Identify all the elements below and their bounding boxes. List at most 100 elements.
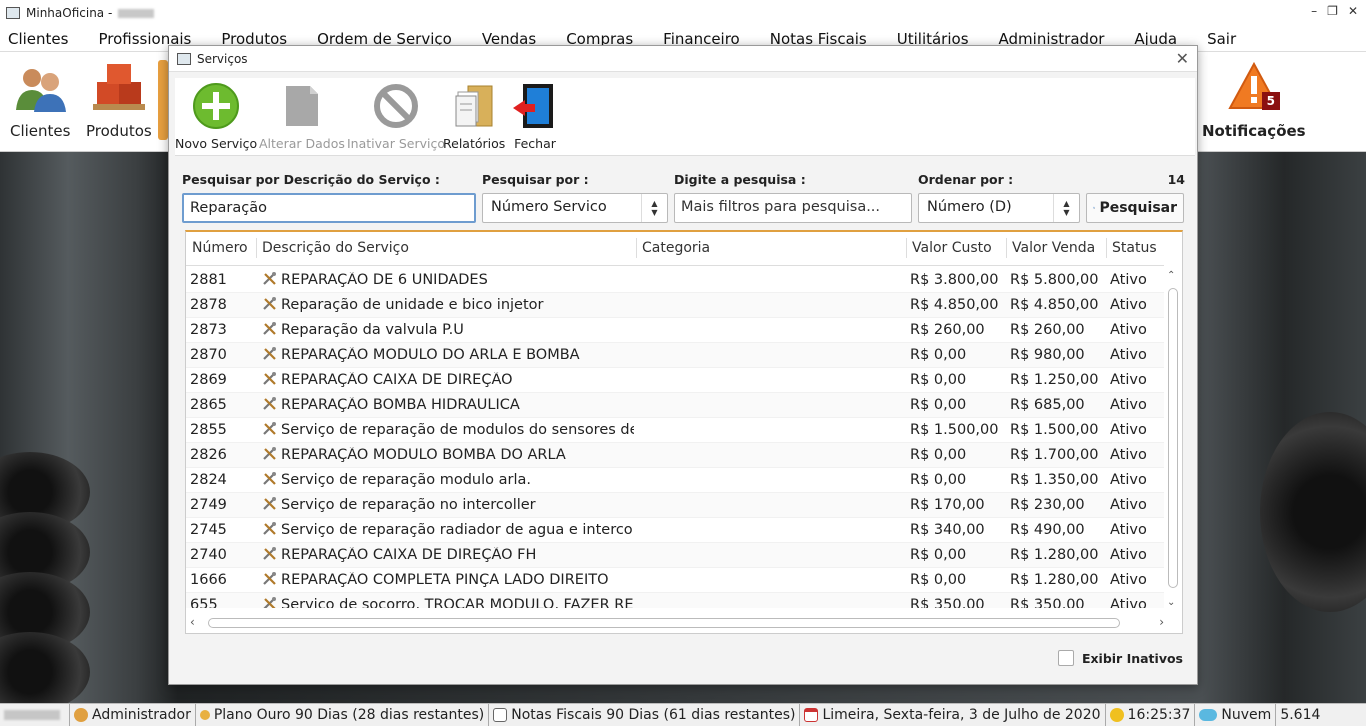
cell-valor-custo: R$ 0,00 (910, 447, 967, 463)
produtos-label: Produtos (86, 122, 152, 140)
type-search-input[interactable]: Mais filtros para pesquisa... (674, 193, 912, 223)
cell-valor-venda: R$ 1.500,00 (1010, 422, 1099, 438)
cell-numero: 2824 (190, 472, 227, 488)
produtos-button[interactable]: Produtos (86, 60, 152, 140)
col-valor-venda[interactable]: Valor Venda (1012, 240, 1095, 256)
cell-valor-custo: R$ 340,00 (910, 522, 985, 538)
col-valor-custo[interactable]: Valor Custo (912, 240, 992, 256)
scroll-up-icon[interactable]: ⌃ (1167, 270, 1175, 281)
cell-numero: 2749 (190, 497, 227, 513)
table-row[interactable]: 1666 REPARAÇÃO COMPLETA PINÇA LADO DIREIT… (186, 568, 1164, 593)
cell-valor-custo: R$ 0,00 (910, 547, 967, 563)
col-numero[interactable]: Número (192, 240, 248, 256)
minimize-icon[interactable]: – (1311, 4, 1317, 18)
cell-descricao: REPARAÇÃO DE 6 UNIDADES (262, 272, 634, 288)
tools-icon (262, 497, 278, 511)
cell-descricao: REPARAÇÃO CAIXA DE DIREÇÃO FH (262, 547, 634, 563)
cell-numero: 2873 (190, 322, 227, 338)
relatorios-button[interactable]: Relatórios (443, 82, 505, 151)
invoice-icon (493, 708, 508, 722)
cell-descricao: Serviço de reparação de modulos do senso… (262, 422, 634, 438)
close-icon[interactable]: ✕ (1348, 4, 1358, 18)
order-by-select[interactable]: Número (D) ▲ ▼ (918, 193, 1080, 223)
clientes-button[interactable]: Clientes (10, 60, 70, 140)
cell-status: Ativo (1110, 347, 1147, 363)
cell-numero: 2869 (190, 372, 227, 388)
notificacoes-button[interactable]: 5 Notificações (1202, 60, 1306, 140)
horizontal-scrollbar[interactable]: ‹ › (188, 615, 1164, 631)
table-row[interactable]: 2749 Serviço de reparação no intercoller R… (186, 493, 1164, 518)
cell-text: Serviço de socorro, TROCAR MODULO, FAZER… (281, 597, 634, 608)
menu-sair[interactable]: Sair (1199, 30, 1244, 48)
cell-valor-custo: R$ 1.500,00 (910, 422, 999, 438)
cell-text: REPARAÇÃO DE 6 UNIDADES (281, 272, 488, 288)
cell-text: REPARAÇÃO BOMBA HIDRAULICA (281, 397, 520, 413)
table-row[interactable]: 2870 REPARAÇÃO MODULO DO ARLA E BOMBA R$ 0… (186, 343, 1164, 368)
boxes-icon (91, 60, 147, 116)
scroll-down-icon[interactable]: ⌄ (1167, 597, 1175, 608)
app-icon (6, 7, 20, 19)
inativar-servico-button[interactable]: Inativar Serviço (347, 82, 445, 151)
updown-arrow-icon: ▲ ▼ (1053, 194, 1079, 222)
cell-valor-venda: R$ 685,00 (1010, 397, 1085, 413)
exibir-inativos-option[interactable]: Exibir Inativos (1057, 650, 1183, 666)
cell-numero: 2745 (190, 522, 227, 538)
dialog-title-bar: Serviços (169, 46, 1197, 72)
table-row[interactable]: 2826 REPARAÇÃO MODULO BOMBA DO ARLA R$ 0,0… (186, 443, 1164, 468)
dialog-close-icon[interactable]: ✕ (1176, 49, 1189, 68)
cell-numero: 2870 (190, 347, 227, 363)
cell-text: REPARAÇÃO CAIXA DE DIREÇÃO FH (281, 547, 537, 563)
desc-search-input[interactable]: Reparação (182, 193, 476, 223)
fechar-button[interactable]: Fechar (511, 82, 559, 151)
fechar-label: Fechar (514, 136, 556, 151)
type-search-label: Digite a pesquisa : (674, 172, 806, 187)
exit-door-icon (511, 82, 559, 130)
cell-numero: 2878 (190, 297, 227, 313)
search-by-select[interactable]: Número Servico ▲ ▼ (482, 193, 668, 223)
cell-valor-venda: R$ 1.280,00 (1010, 572, 1099, 588)
vertical-scroll-thumb[interactable] (1168, 288, 1178, 588)
search-by-value: Número Servico (491, 199, 607, 215)
col-descricao[interactable]: Descrição do Serviço (262, 240, 409, 256)
sb-blurred-user (0, 704, 70, 726)
col-categoria[interactable]: Categoria (642, 240, 710, 256)
exibir-inativos-checkbox[interactable] (1057, 650, 1074, 666)
cloud-icon (1199, 709, 1218, 721)
scroll-right-icon[interactable]: › (1159, 615, 1164, 629)
vertical-scrollbar[interactable]: ⌃ ⌄ (1166, 268, 1180, 608)
table-row[interactable]: 2740 REPARAÇÃO CAIXA DE DIREÇÃO FH R$ 0,00… (186, 543, 1164, 568)
cell-numero: 2855 (190, 422, 227, 438)
pesquisar-button[interactable]: Pesquisar (1086, 193, 1184, 223)
table-row[interactable]: 2869 REPARAÇÃO CAIXA DE DIREÇÃO R$ 0,00 R$ … (186, 368, 1164, 393)
table-row[interactable]: 2855 Serviço de reparação de modulos do s… (186, 418, 1164, 443)
servicos-dialog: Serviços ✕ Novo Serviço Alterar Dados In… (168, 45, 1198, 685)
cell-descricao: Serviço de socorro, TROCAR MODULO, FAZER… (262, 597, 634, 608)
cell-text: REPARAÇÃO MODULO BOMBA DO ARLA (281, 447, 566, 463)
tools-icon (262, 447, 278, 461)
tools-icon (262, 372, 278, 386)
table-row[interactable]: 2745 Serviço de reparação radiador de agu… (186, 518, 1164, 543)
table-row[interactable]: 2878 Reparação de unidade e bico injetor R… (186, 293, 1164, 318)
table-row[interactable]: 2881 REPARAÇÃO DE 6 UNIDADES R$ 3.800,00 R$… (186, 268, 1164, 293)
cell-status: Ativo (1110, 547, 1147, 563)
notification-count-badge: 5 (1261, 92, 1280, 110)
blurred-username (4, 710, 60, 720)
cell-descricao: REPARAÇÃO COMPLETA PINÇA LADO DIREITO (262, 572, 634, 588)
tools-icon (262, 572, 278, 586)
horizontal-scroll-thumb[interactable] (208, 618, 1120, 628)
cell-text: Reparação de unidade e bico injetor (281, 297, 544, 313)
restore-icon[interactable]: ❐ (1327, 4, 1338, 18)
cell-valor-venda: R$ 350,00 (1010, 597, 1085, 608)
table-row[interactable]: 2873 Reparação da valvula P.U R$ 260,00 R$ … (186, 318, 1164, 343)
col-status[interactable]: Status (1112, 240, 1157, 256)
alterar-dados-button[interactable]: Alterar Dados (259, 82, 345, 151)
novo-servico-button[interactable]: Novo Serviço (175, 82, 257, 151)
scroll-left-icon[interactable]: ‹ (190, 615, 195, 629)
table-row[interactable]: 2865 REPARAÇÃO BOMBA HIDRAULICA R$ 0,00 R$ … (186, 393, 1164, 418)
cell-valor-venda: R$ 4.850,00 (1010, 297, 1099, 313)
tools-icon (262, 272, 278, 286)
table-row[interactable]: 655 Serviço de socorro, TROCAR MODULO, FA… (186, 593, 1164, 608)
cell-text: REPARAÇÃO COMPLETA PINÇA LADO DIREITO (281, 572, 609, 588)
menu-clientes[interactable]: Clientes (0, 30, 76, 48)
table-row[interactable]: 2824 Serviço de reparação modulo arla. R$ … (186, 468, 1164, 493)
